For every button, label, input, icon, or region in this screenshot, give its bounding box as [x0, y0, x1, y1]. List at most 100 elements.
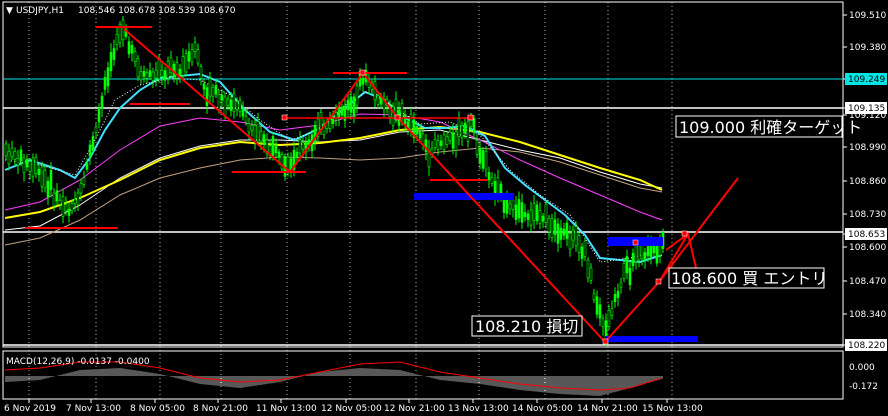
time-label: 11 Nov 13:00: [256, 404, 317, 414]
candle-body: [349, 96, 353, 113]
candle-body: [415, 126, 419, 135]
candle-body: [541, 215, 545, 222]
candle-body: [235, 101, 239, 110]
candle-body: [655, 245, 659, 264]
time-label: 12 Nov 21:00: [384, 404, 445, 414]
candle-body: [496, 177, 500, 196]
candle-body: [559, 227, 563, 240]
candle-body: [514, 204, 518, 220]
candle-body: [538, 210, 542, 224]
candle-body: [298, 139, 302, 154]
candle-body: [88, 144, 92, 157]
candle-body: [532, 203, 536, 221]
candle-body: [301, 142, 305, 150]
price-tick-label: 108.860: [849, 177, 886, 187]
candle-body: [10, 147, 14, 157]
price-chart[interactable]: ▼ USDJPY,H1 108.546 108.678 108.539 108.…: [0, 0, 888, 416]
annotation-take-profit[interactable]: 109.000 利確ターゲット: [675, 115, 862, 138]
price-tick-label: 108.600: [849, 243, 886, 253]
candle-body: [19, 149, 23, 162]
candle-body: [85, 163, 89, 170]
candle-body: [25, 158, 29, 168]
candle-body: [508, 203, 512, 210]
candle-body: [157, 59, 161, 80]
price-axis[interactable]: 109.510109.380109.249109.135109.120108.9…: [843, 11, 887, 351]
candle-body: [637, 245, 641, 261]
candle-body: [616, 291, 620, 298]
time-label: 13 Nov 13:00: [448, 404, 509, 414]
menu-icon[interactable]: ▼: [6, 6, 13, 16]
candle-body: [214, 85, 218, 95]
time-label: 8 Nov 21:00: [193, 404, 248, 414]
candle-body: [127, 41, 131, 55]
price-marker-label: 108.653: [848, 230, 885, 240]
candle-body: [220, 94, 224, 101]
price-marker-label: 108.220: [848, 341, 885, 351]
candle-body: [487, 171, 491, 181]
candle-body: [346, 99, 350, 111]
candle-body: [571, 229, 575, 241]
candle-body: [610, 308, 614, 316]
candle-body: [154, 69, 158, 79]
chart-symbol: USDJPY,H1: [16, 6, 64, 16]
candle-body: [130, 44, 134, 54]
time-label: 15 Nov 13:00: [642, 404, 703, 414]
candle-body: [580, 246, 584, 259]
chart-ohlc: 108.546 108.678 108.539 108.670: [78, 6, 236, 16]
candle-body: [307, 139, 311, 145]
candle-body: [592, 293, 596, 301]
candle-body: [34, 157, 38, 174]
macd-tick-label: -0.172: [849, 382, 878, 392]
annotation-entry[interactable]: 108.600 買 エントリ: [668, 267, 827, 289]
candle-body: [475, 140, 479, 155]
candle-body: [652, 245, 656, 254]
candle-body: [595, 296, 599, 315]
candle-body: [319, 112, 323, 130]
candle-body: [151, 71, 155, 81]
candle-body: [586, 259, 590, 278]
candle-body: [442, 134, 446, 151]
candle-body: [355, 85, 359, 106]
candle-body: [529, 209, 533, 226]
candle-body: [55, 190, 59, 202]
zone-resistance: [414, 193, 514, 200]
candle-body: [217, 94, 221, 111]
time-label: 8 Nov 05:00: [130, 404, 185, 414]
candle-body: [76, 192, 80, 206]
candle-body: [643, 252, 647, 261]
candle-body: [115, 33, 119, 45]
candle-body: [409, 113, 413, 130]
candle-body: [439, 140, 443, 146]
svg-text:109.000 利確ターゲット: 109.000 利確ターゲット: [679, 118, 862, 137]
candle-body: [49, 169, 53, 191]
candle-body: [607, 309, 611, 327]
candle-body: [445, 136, 449, 145]
candle-body: [634, 244, 638, 262]
candle-body: [649, 244, 653, 258]
candle-body: [502, 197, 506, 213]
candle-body: [166, 60, 170, 79]
candle-body: [622, 262, 626, 279]
candle-body: [103, 77, 107, 90]
candle-body: [139, 71, 143, 81]
zone-stop: [605, 336, 698, 342]
candle-body: [37, 168, 41, 175]
candle-body: [64, 204, 68, 212]
candle-body: [148, 70, 152, 77]
candle-body: [91, 136, 95, 152]
candle-body: [106, 67, 110, 87]
candle-body: [208, 78, 212, 97]
candle-body: [43, 170, 47, 189]
candle-body: [601, 318, 605, 328]
time-axis[interactable]: 6 Nov 2019 7 Nov 13:00 8 Nov 05:00 8 Nov 21…: [4, 399, 703, 414]
candle-body: [232, 92, 236, 112]
candle-body: [361, 77, 365, 85]
candle-body: [190, 49, 194, 63]
candle-body: [61, 196, 65, 217]
candle-body: [484, 150, 488, 170]
candle-body: [196, 49, 200, 64]
candle-body: [352, 96, 356, 117]
annotation-stop-loss[interactable]: 108.210 損切: [471, 315, 583, 337]
candle-body: [238, 99, 242, 112]
candle-body: [568, 232, 572, 250]
